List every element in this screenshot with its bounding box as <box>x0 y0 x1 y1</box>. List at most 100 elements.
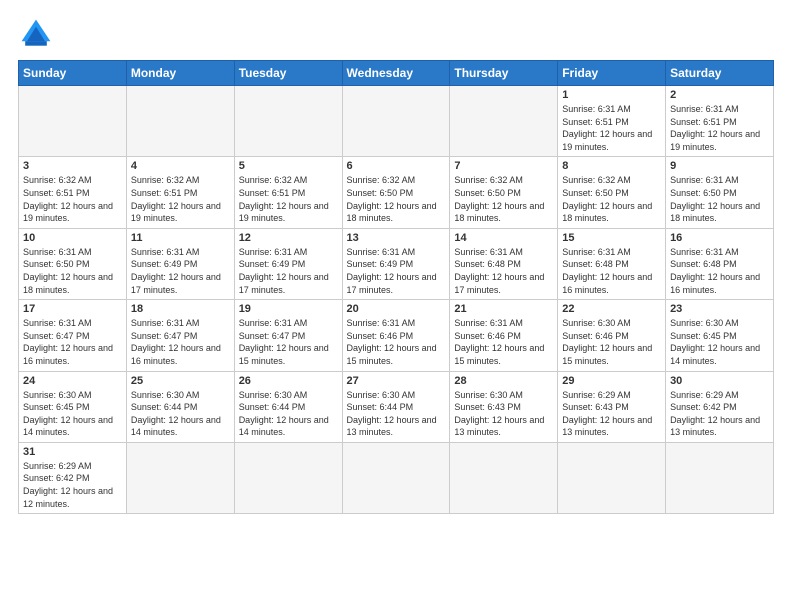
day-info: Sunrise: 6:29 AM Sunset: 6:42 PM Dayligh… <box>670 389 769 439</box>
calendar-cell: 16Sunrise: 6:31 AM Sunset: 6:48 PM Dayli… <box>666 228 774 299</box>
day-info: Sunrise: 6:31 AM Sunset: 6:47 PM Dayligh… <box>239 317 338 367</box>
calendar-cell: 26 Sunrise: 6:30 AM Sunset: 6:44 PM Dayli… <box>234 371 342 442</box>
calendar-table: SundayMondayTuesdayWednesdayThursdayFrid… <box>18 60 774 514</box>
calendar-day-header: Wednesday <box>342 61 450 86</box>
calendar-cell: 12 Sunrise: 6:31 AM Sunset: 6:49 PM Dayli… <box>234 228 342 299</box>
day-number: 7 <box>454 160 553 172</box>
calendar-cell: 31 Sunrise: 6:29 AM Sunset: 6:42 PM Dayli… <box>19 442 127 513</box>
calendar-day-header: Sunday <box>19 61 127 86</box>
day-info: Sunrise: 6:31 AM Sunset: 6:47 PM Dayligh… <box>23 317 122 367</box>
calendar-cell: 3 Sunrise: 6:32 AM Sunset: 6:51 PM Daylig… <box>19 157 127 228</box>
calendar-cell: 14Sunrise: 6:31 AM Sunset: 6:48 PM Dayli… <box>450 228 558 299</box>
calendar-week-row: 1Sunrise: 6:31 AM Sunset: 6:51 PM Daylig… <box>19 86 774 157</box>
day-info: Sunrise: 6:32 AM Sunset: 6:50 PM Dayligh… <box>347 174 446 224</box>
calendar-cell: 9 Sunrise: 6:31 AM Sunset: 6:50 PM Daylig… <box>666 157 774 228</box>
day-number: 11 <box>131 232 230 244</box>
page: SundayMondayTuesdayWednesdayThursdayFrid… <box>0 0 792 612</box>
calendar-day-header: Tuesday <box>234 61 342 86</box>
day-number: 18 <box>131 303 230 315</box>
calendar-cell: 17 Sunrise: 6:31 AM Sunset: 6:47 PM Dayli… <box>19 300 127 371</box>
day-info: Sunrise: 6:30 AM Sunset: 6:46 PM Dayligh… <box>562 317 661 367</box>
calendar-cell: 15 Sunrise: 6:31 AM Sunset: 6:48 PM Dayli… <box>558 228 666 299</box>
day-info: Sunrise: 6:31 AM Sunset: 6:50 PM Dayligh… <box>670 174 769 224</box>
day-number: 15 <box>562 232 661 244</box>
day-info: Sunrise: 6:30 AM Sunset: 6:43 PM Dayligh… <box>454 389 553 439</box>
day-number: 12 <box>239 232 338 244</box>
calendar-cell <box>342 442 450 513</box>
day-number: 29 <box>562 375 661 387</box>
calendar-cell: 28 Sunrise: 6:30 AM Sunset: 6:43 PM Dayli… <box>450 371 558 442</box>
calendar-day-header: Monday <box>126 61 234 86</box>
day-number: 6 <box>347 160 446 172</box>
day-info: Sunrise: 6:29 AM Sunset: 6:42 PM Dayligh… <box>23 460 122 510</box>
calendar-cell: 5 Sunrise: 6:32 AM Sunset: 6:51 PM Daylig… <box>234 157 342 228</box>
calendar-week-row: 24 Sunrise: 6:30 AM Sunset: 6:45 PM Dayli… <box>19 371 774 442</box>
day-info: Sunrise: 6:31 AM Sunset: 6:49 PM Dayligh… <box>131 246 230 296</box>
day-info: Sunrise: 6:30 AM Sunset: 6:45 PM Dayligh… <box>670 317 769 367</box>
day-info: Sunrise: 6:31 AM Sunset: 6:48 PM Dayligh… <box>562 246 661 296</box>
day-info: Sunrise: 6:32 AM Sunset: 6:51 PM Dayligh… <box>131 174 230 224</box>
calendar-cell: 10Sunrise: 6:31 AM Sunset: 6:50 PM Dayli… <box>19 228 127 299</box>
logo <box>18 16 60 52</box>
day-info: Sunrise: 6:31 AM Sunset: 6:48 PM Dayligh… <box>454 246 553 296</box>
calendar-header-row: SundayMondayTuesdayWednesdayThursdayFrid… <box>19 61 774 86</box>
calendar-cell: 22 Sunrise: 6:30 AM Sunset: 6:46 PM Dayli… <box>558 300 666 371</box>
calendar-cell: 19 Sunrise: 6:31 AM Sunset: 6:47 PM Dayli… <box>234 300 342 371</box>
calendar-week-row: 3 Sunrise: 6:32 AM Sunset: 6:51 PM Daylig… <box>19 157 774 228</box>
day-number: 22 <box>562 303 661 315</box>
day-number: 5 <box>239 160 338 172</box>
day-number: 31 <box>23 446 122 458</box>
day-info: Sunrise: 6:30 AM Sunset: 6:44 PM Dayligh… <box>347 389 446 439</box>
day-number: 27 <box>347 375 446 387</box>
day-number: 20 <box>347 303 446 315</box>
day-info: Sunrise: 6:32 AM Sunset: 6:51 PM Dayligh… <box>239 174 338 224</box>
calendar-cell <box>19 86 127 157</box>
calendar-cell <box>450 86 558 157</box>
day-info: Sunrise: 6:30 AM Sunset: 6:44 PM Dayligh… <box>239 389 338 439</box>
day-info: Sunrise: 6:32 AM Sunset: 6:51 PM Dayligh… <box>23 174 122 224</box>
day-info: Sunrise: 6:31 AM Sunset: 6:51 PM Dayligh… <box>562 103 661 153</box>
day-number: 17 <box>23 303 122 315</box>
calendar-cell: 25Sunrise: 6:30 AM Sunset: 6:44 PM Dayli… <box>126 371 234 442</box>
calendar-week-row: 17 Sunrise: 6:31 AM Sunset: 6:47 PM Dayli… <box>19 300 774 371</box>
day-info: Sunrise: 6:31 AM Sunset: 6:46 PM Dayligh… <box>454 317 553 367</box>
calendar-cell: 8Sunrise: 6:32 AM Sunset: 6:50 PM Daylig… <box>558 157 666 228</box>
day-info: Sunrise: 6:31 AM Sunset: 6:49 PM Dayligh… <box>347 246 446 296</box>
day-info: Sunrise: 6:31 AM Sunset: 6:51 PM Dayligh… <box>670 103 769 153</box>
day-number: 3 <box>23 160 122 172</box>
calendar-cell: 7Sunrise: 6:32 AM Sunset: 6:50 PM Daylig… <box>450 157 558 228</box>
day-number: 9 <box>670 160 769 172</box>
calendar-cell <box>666 442 774 513</box>
calendar-cell: 6 Sunrise: 6:32 AM Sunset: 6:50 PM Daylig… <box>342 157 450 228</box>
calendar-day-header: Thursday <box>450 61 558 86</box>
day-number: 28 <box>454 375 553 387</box>
calendar-cell: 23 Sunrise: 6:30 AM Sunset: 6:45 PM Dayli… <box>666 300 774 371</box>
calendar-day-header: Friday <box>558 61 666 86</box>
day-number: 23 <box>670 303 769 315</box>
day-number: 24 <box>23 375 122 387</box>
day-number: 4 <box>131 160 230 172</box>
calendar-cell: 11 Sunrise: 6:31 AM Sunset: 6:49 PM Dayli… <box>126 228 234 299</box>
day-info: Sunrise: 6:31 AM Sunset: 6:47 PM Dayligh… <box>131 317 230 367</box>
day-number: 19 <box>239 303 338 315</box>
calendar-cell <box>342 86 450 157</box>
calendar-week-row: 31 Sunrise: 6:29 AM Sunset: 6:42 PM Dayli… <box>19 442 774 513</box>
day-number: 26 <box>239 375 338 387</box>
calendar-cell: 18 Sunrise: 6:31 AM Sunset: 6:47 PM Dayli… <box>126 300 234 371</box>
calendar-cell: 29 Sunrise: 6:29 AM Sunset: 6:43 PM Dayli… <box>558 371 666 442</box>
day-info: Sunrise: 6:29 AM Sunset: 6:43 PM Dayligh… <box>562 389 661 439</box>
day-number: 30 <box>670 375 769 387</box>
day-info: Sunrise: 6:31 AM Sunset: 6:49 PM Dayligh… <box>239 246 338 296</box>
calendar-cell: 1Sunrise: 6:31 AM Sunset: 6:51 PM Daylig… <box>558 86 666 157</box>
calendar-cell: 27 Sunrise: 6:30 AM Sunset: 6:44 PM Dayli… <box>342 371 450 442</box>
day-number: 21 <box>454 303 553 315</box>
day-info: Sunrise: 6:30 AM Sunset: 6:45 PM Dayligh… <box>23 389 122 439</box>
calendar-cell: 21 Sunrise: 6:31 AM Sunset: 6:46 PM Dayli… <box>450 300 558 371</box>
calendar-cell: 2Sunrise: 6:31 AM Sunset: 6:51 PM Daylig… <box>666 86 774 157</box>
day-number: 13 <box>347 232 446 244</box>
calendar-cell: 20Sunrise: 6:31 AM Sunset: 6:46 PM Dayli… <box>342 300 450 371</box>
calendar-cell: 24 Sunrise: 6:30 AM Sunset: 6:45 PM Dayli… <box>19 371 127 442</box>
calendar-cell: 13 Sunrise: 6:31 AM Sunset: 6:49 PM Dayli… <box>342 228 450 299</box>
day-info: Sunrise: 6:30 AM Sunset: 6:44 PM Dayligh… <box>131 389 230 439</box>
calendar-cell <box>234 86 342 157</box>
